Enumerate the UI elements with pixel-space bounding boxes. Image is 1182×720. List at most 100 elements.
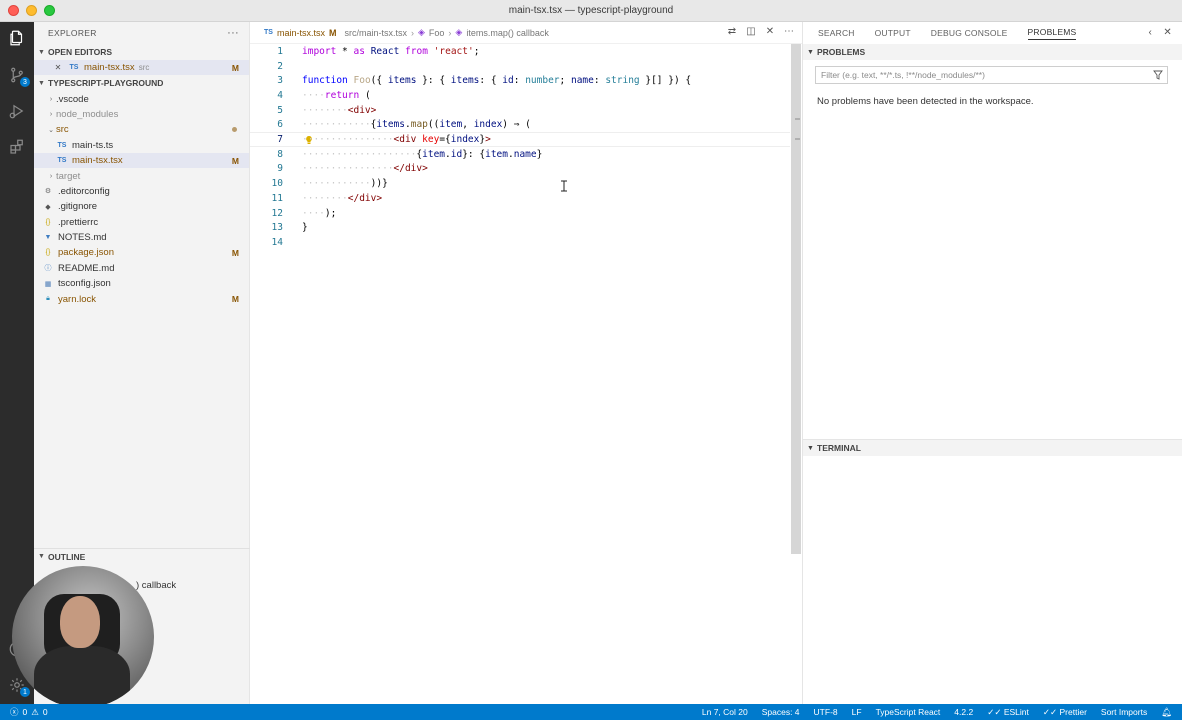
code-text: ············))} <box>302 178 388 190</box>
right-panel: SEARCH OUTPUT DEBUG CONSOLE PROBLEMS ‹ ✕… <box>802 22 1182 704</box>
explorer-header: EXPLORER ··· <box>34 22 249 44</box>
tab-output[interactable]: OUTPUT <box>875 28 911 38</box>
close-editor-icon[interactable]: ✕ <box>52 63 64 72</box>
check-icon: ✓✓ <box>987 706 1002 717</box>
source-control-icon[interactable]: 3 <box>6 64 30 87</box>
scm-count-badge: 3 <box>20 77 30 87</box>
code-text: ····················{item.id}: {item.nam… <box>302 148 543 160</box>
editor-scrollbar[interactable] <box>791 44 801 554</box>
tree-item-label: target <box>56 170 81 182</box>
explorer-title: EXPLORER <box>48 28 97 38</box>
outline-section[interactable]: ▼ OUTLINE <box>34 548 250 564</box>
code-text: import * as React from 'react'; <box>302 45 480 57</box>
title-bar: main-tsx.tsx — typescript-playground <box>0 0 1182 22</box>
open-changes-icon[interactable]: ⇄ <box>727 26 737 37</box>
open-editors-section[interactable]: ▼ OPEN EDITORS <box>34 44 249 60</box>
tree-item-main-ts[interactable]: TS main-ts.ts <box>34 138 249 153</box>
chevron-left-icon[interactable]: ‹ <box>1148 27 1152 38</box>
cursor-position[interactable]: Ln 7, Col 20 <box>702 707 748 717</box>
tree-item-label: tsconfig.json <box>58 278 111 290</box>
breadcrumb-path[interactable]: src/main-tsx.tsx <box>344 28 407 38</box>
chevron-down-icon: ▼ <box>807 444 814 452</box>
modified-badge: M <box>231 294 239 305</box>
close-panel-icon[interactable]: ✕ <box>1163 27 1172 38</box>
notifications-bell-icon[interactable]: 🔔︎ <box>1161 707 1172 718</box>
problems-label: PROBLEMS <box>817 47 866 57</box>
code-text: ················</div> <box>302 163 428 175</box>
breadcrumb-symbol-foo[interactable]: Foo <box>429 28 445 38</box>
tree-item-editorconfig[interactable]: ⚙ .editorconfig <box>34 184 249 199</box>
end-of-line[interactable]: LF <box>852 707 862 717</box>
more-actions-icon[interactable]: ··· <box>227 27 239 39</box>
function-symbol-icon: ◈ <box>417 27 425 37</box>
tree-item-label: main-tsx.tsx <box>72 155 123 167</box>
split-editor-icon[interactable]: ◫ <box>746 26 756 37</box>
extensions-icon[interactable] <box>6 136 28 158</box>
typescript-file-icon: TS <box>57 141 67 149</box>
tree-item-tsconfig[interactable]: ▦ tsconfig.json <box>34 276 249 291</box>
open-editor-item[interactable]: ✕ TS main-tsx.tsx src M <box>34 60 249 76</box>
outline-item[interactable]: ) callback <box>136 580 176 591</box>
language-mode[interactable]: TypeScript React <box>876 707 941 717</box>
code-line: 6 ············{items.map((item, index) ⇒… <box>250 118 790 133</box>
tree-item-target[interactable]: › target <box>34 168 249 183</box>
problems-filter-input[interactable]: Filter (e.g. text, **/*.ts, !**/node_mod… <box>815 66 1168 84</box>
text-cursor-icon <box>561 180 567 192</box>
close-window-button[interactable] <box>8 5 19 16</box>
code-text: } <box>302 222 308 234</box>
line-number: 4 <box>277 89 283 101</box>
tree-item-package-json[interactable]: {} package.json M <box>34 245 249 260</box>
tree-item-label: main-ts.ts <box>72 139 114 151</box>
modified-badge: M <box>231 155 239 166</box>
tree-item-gitignore[interactable]: ◆ .gitignore <box>34 199 249 214</box>
zoom-window-button[interactable] <box>44 5 55 16</box>
code-line: 13 } <box>250 220 790 235</box>
tree-item-vscode[interactable]: › .vscode <box>34 91 249 106</box>
warning-icon: ⚠ <box>31 706 39 717</box>
filter-icon[interactable] <box>1153 70 1163 80</box>
problems-status[interactable]: ⓧ 0 ⚠ 0 <box>0 706 48 718</box>
run-debug-icon[interactable] <box>6 100 28 122</box>
tree-item-label: .vscode <box>56 93 89 105</box>
breadcrumb-file[interactable]: main-tsx.tsx <box>277 28 325 38</box>
tab-search[interactable]: SEARCH <box>818 28 855 38</box>
tree-item-label: README.md <box>58 262 115 274</box>
chevron-down-icon: ▼ <box>38 79 45 87</box>
tree-item-notes-md[interactable]: ▼ NOTES.md <box>34 230 249 245</box>
tree-item-prettierrc[interactable]: {} .prettierrc <box>34 215 249 230</box>
problems-section[interactable]: ▼ PROBLEMS <box>803 44 1182 60</box>
code-line: 11 ········</div> <box>250 191 790 206</box>
minimize-window-button[interactable] <box>26 5 37 16</box>
close-editor-icon[interactable]: ✕ <box>765 26 775 37</box>
tab-problems[interactable]: PROBLEMS <box>1027 27 1077 40</box>
terminal-section: ▼ TERMINAL <box>803 439 1182 456</box>
eslint-status[interactable]: ✓✓ ESLint <box>987 707 1029 718</box>
code-text: function Foo({ items }: { items: { id: n… <box>302 75 692 87</box>
tree-item-node-modules[interactable]: › node_modules <box>34 107 249 122</box>
line-number: 9 <box>277 163 283 175</box>
tree-item-label: .prettierrc <box>58 216 99 228</box>
tree-item-src[interactable]: ⌄ src <box>34 122 249 137</box>
tab-debug-console[interactable]: DEBUG CONSOLE <box>931 28 1008 38</box>
code-line: 9 ················</div> <box>250 162 790 177</box>
explorer-icon[interactable] <box>6 27 28 49</box>
ts-version[interactable]: 4.2.2 <box>954 707 973 717</box>
chevron-down-icon: ▼ <box>807 48 814 56</box>
encoding[interactable]: UTF-8 <box>814 707 838 717</box>
indentation[interactable]: Spaces: 4 <box>762 707 800 717</box>
project-section[interactable]: ▼ TYPESCRIPT-PLAYGROUND <box>34 75 249 91</box>
terminal-header[interactable]: ▼ TERMINAL <box>803 440 1182 456</box>
breadcrumb-symbol-callback[interactable]: items.map() callback <box>466 28 549 38</box>
tree-item-readme[interactable]: ⓘ README.md <box>34 261 249 276</box>
markdown-file-icon: ▼ <box>44 234 52 242</box>
tree-item-main-tsx[interactable]: TS main-tsx.tsx M <box>34 152 249 169</box>
prettier-status[interactable]: ✓✓ Prettier <box>1043 707 1087 718</box>
code-text: ····); <box>302 207 337 219</box>
sort-imports[interactable]: Sort Imports <box>1101 707 1147 717</box>
more-actions-icon[interactable]: ⋯ <box>784 26 794 37</box>
editor-breadcrumb-bar: TS main-tsx.tsx M src/main-tsx.tsx › ◈ F… <box>250 22 802 44</box>
code-editor[interactable]: 1 import * as React from 'react'; 2 3 fu… <box>250 44 790 704</box>
tree-item-yarn-lock[interactable]: 🔒︎ yarn.lock M <box>34 291 249 306</box>
chevron-down-icon: ▼ <box>38 48 45 56</box>
function-symbol-icon: ◈ <box>455 27 463 37</box>
